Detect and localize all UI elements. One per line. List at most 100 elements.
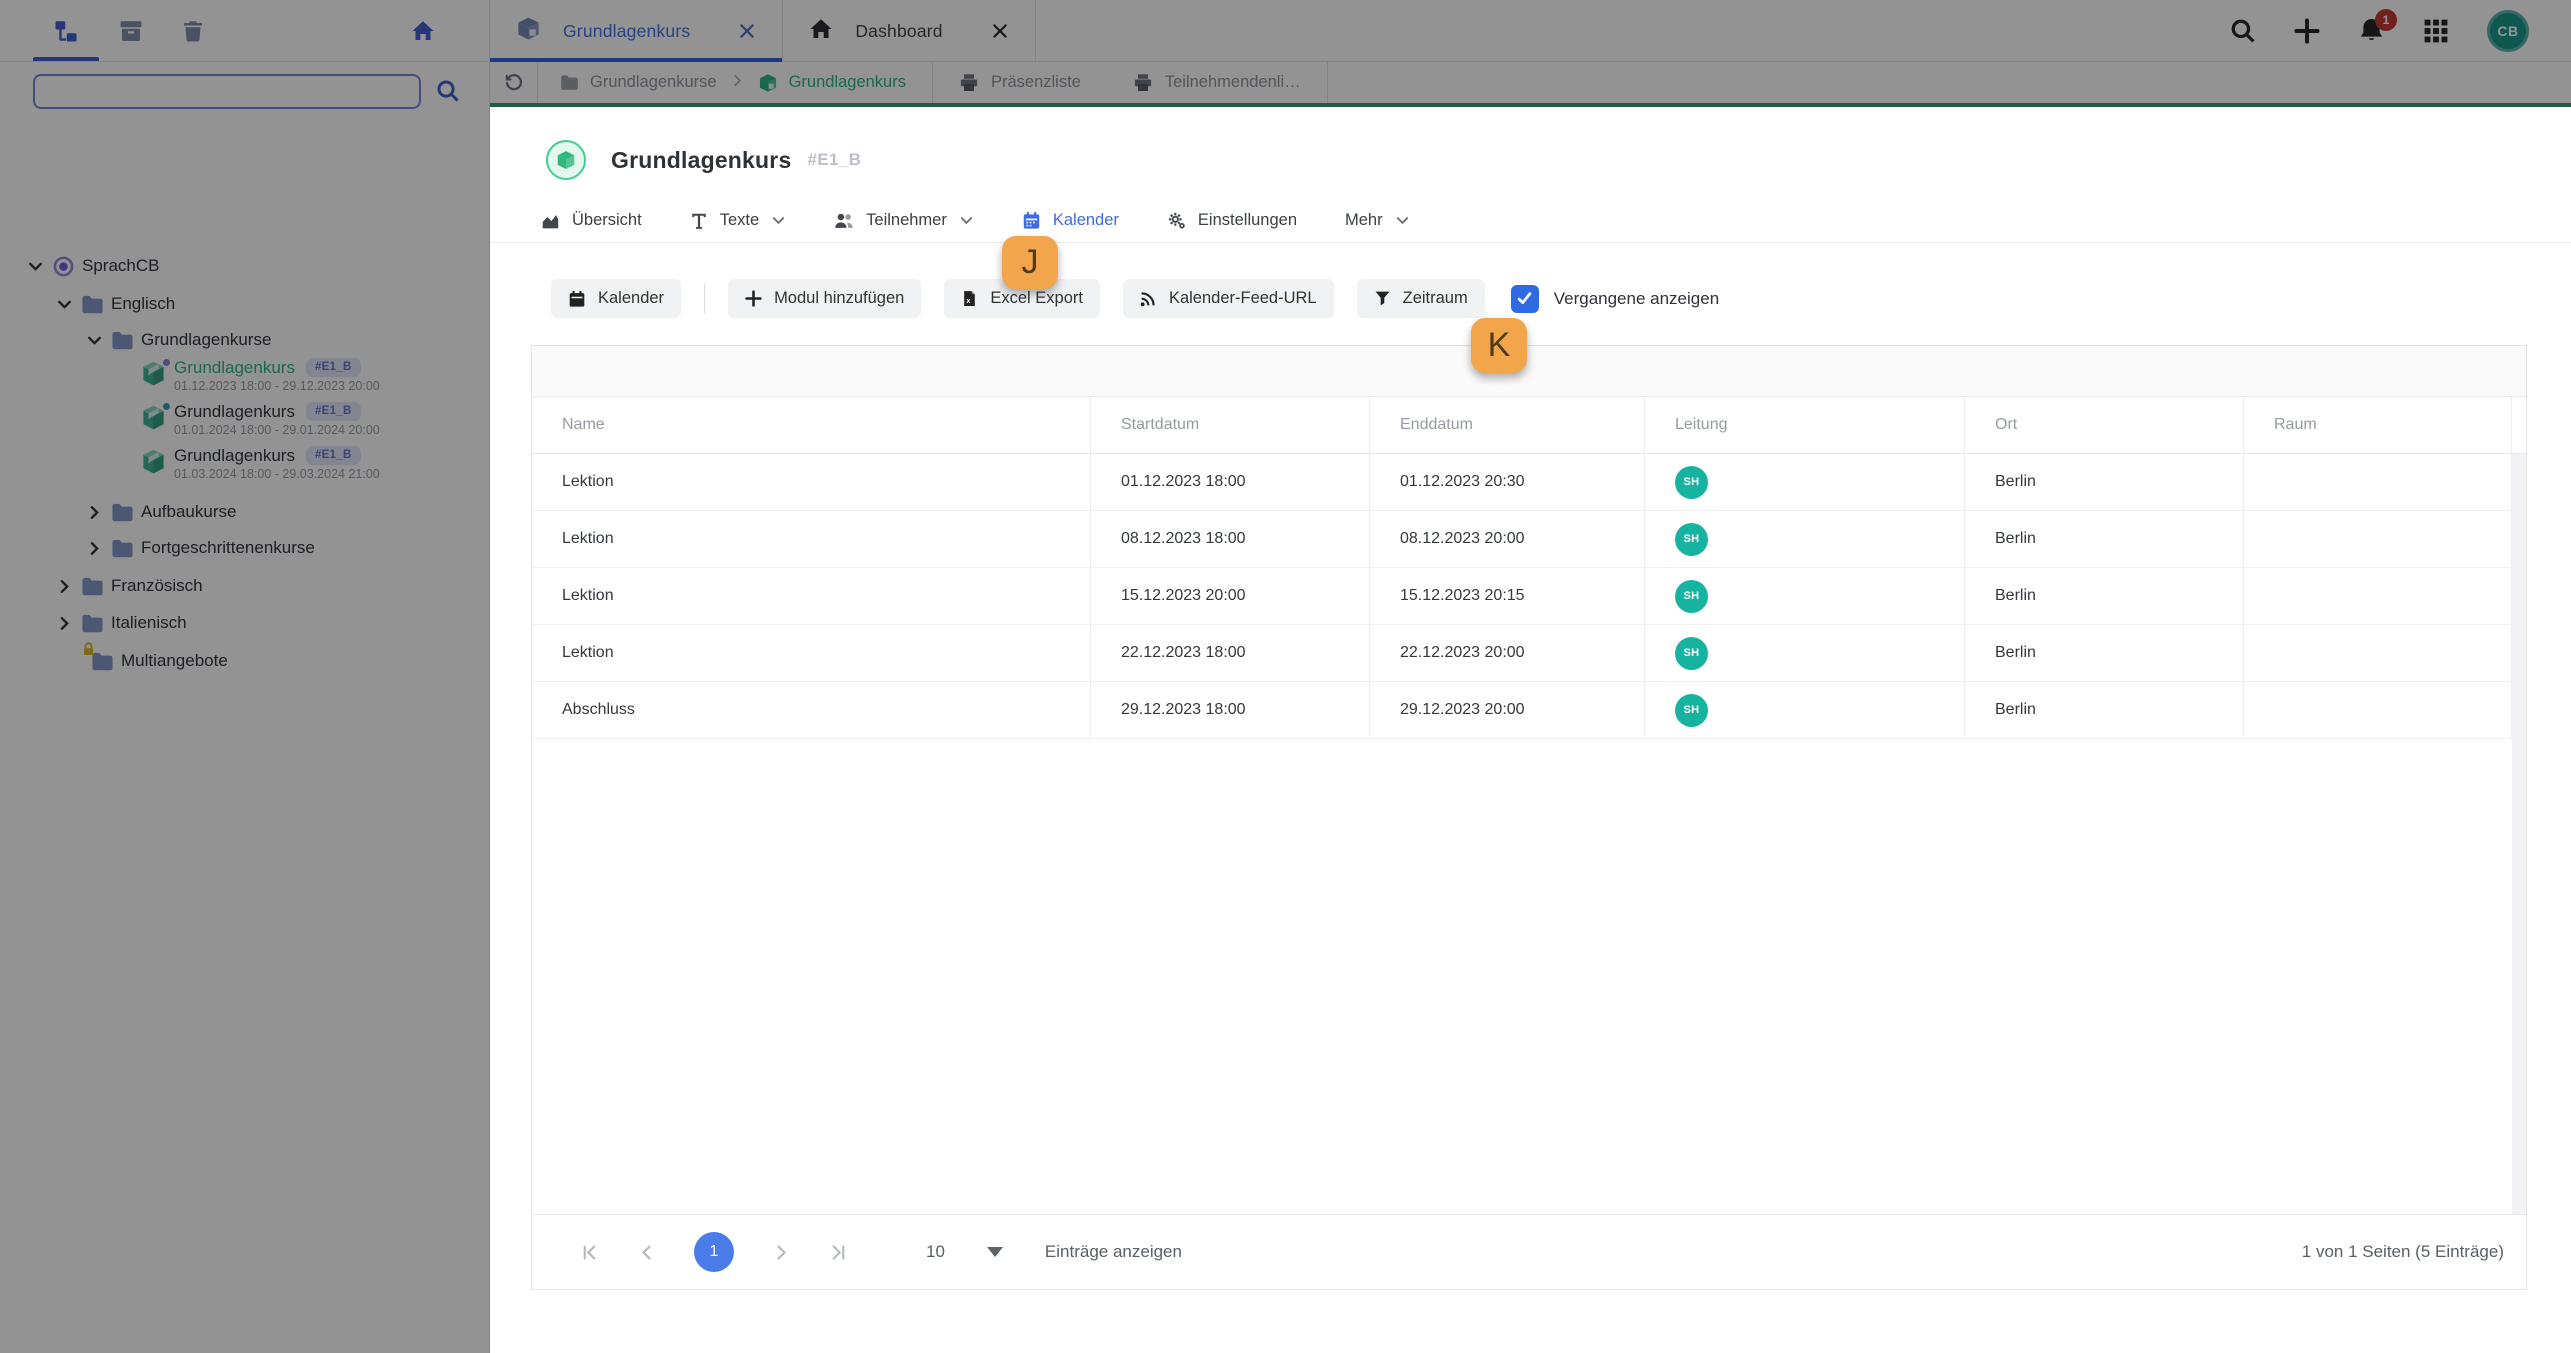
column-header-raum[interactable]: Raum [2243,397,2511,453]
tree-node-fortgeschrittenenkurse[interactable]: Fortgeschrittenenkurse [0,530,490,566]
sidebar: SprachCB Englisch Grundlagenkurse Grundl… [0,0,490,1353]
table-row[interactable]: Lektion 15.12.2023 20:00 15.12.2023 20:1… [532,568,2526,625]
user-avatar[interactable]: CB [2487,9,2529,52]
chevron-right-icon[interactable] [83,504,105,521]
page-size-select[interactable]: 10 [926,1242,1003,1262]
tab-einstellungen[interactable]: Einstellungen [1167,211,1297,230]
show-past-checkbox-row[interactable]: Vergangene anzeigen [1510,284,1719,313]
sidebar-home-icon[interactable] [410,18,436,44]
people-icon [834,211,854,231]
apps-grid-icon[interactable] [2423,18,2449,44]
cell-end: 15.12.2023 20:15 [1369,568,1644,624]
tree-course-item-2[interactable]: Grundlagenkurs #E1_B 01.01.2024 18:00 - … [0,401,490,445]
annotation-badge-k[interactable]: K [1471,318,1527,373]
tab-dashboard[interactable]: Dashboard [783,0,1036,62]
table-row[interactable]: Lektion 01.12.2023 18:00 01.12.2023 20:3… [532,454,2526,511]
tab-texte[interactable]: Texte [690,211,786,230]
cell-start: 08.12.2023 18:00 [1090,511,1369,567]
tree-node-label: Italienisch [111,613,187,632]
last-page-icon[interactable] [829,1243,848,1262]
entries-label: Einträge anzeigen [1044,1242,1182,1261]
cell-leitung: SH [1644,568,1964,624]
tab-label: Teilnehmer [866,211,947,229]
top-tab-bar: Grundlagenkurs Dashboard 1 CB [490,0,2571,63]
tree-course-item-3[interactable]: Grundlagenkurs #E1_B 01.03.2024 18:00 - … [0,445,490,489]
tree-course-item-1[interactable]: Grundlagenkurs #E1_B 01.12.2023 18:00 - … [0,357,490,401]
tab-uebersicht[interactable]: Übersicht [541,211,642,230]
archive-icon[interactable] [118,18,144,44]
search-icon[interactable] [436,79,460,108]
column-header-leitung[interactable]: Leitung [1644,397,1964,453]
kalender-view-button[interactable]: Kalender [551,279,682,318]
tab-teilnehmer[interactable]: Teilnehmer [834,211,974,231]
pagination-controls: 1 [532,1232,848,1272]
trash-icon[interactable] [180,18,206,44]
course-item-text: Grundlagenkurs #E1_B 01.12.2023 18:00 - … [174,357,380,395]
course-cube-icon [140,357,172,392]
topbar-actions: 1 CB [2230,0,2571,61]
notifications-bell-icon[interactable]: 1 [2358,9,2397,44]
status-dot-purple [161,357,172,368]
leader-avatar[interactable]: SH [1675,636,1708,670]
tree-node-aufbaukurse[interactable]: Aufbaukurse [0,494,490,530]
close-tab-icon[interactable] [991,22,1009,40]
annotation-badge-j[interactable]: J [1002,236,1058,289]
tree-node-englisch[interactable]: Englisch [0,286,490,322]
leader-avatar[interactable]: SH [1675,465,1708,499]
tree-node-multiangebote[interactable]: Multiangebote [0,641,490,679]
previous-page-icon[interactable] [637,1243,656,1262]
tree-node-grundlagenkurse[interactable]: Grundlagenkurse [0,322,490,358]
add-module-button[interactable]: Modul hinzufügen [728,279,922,318]
next-page-icon[interactable] [772,1243,791,1262]
rss-icon [1140,290,1157,307]
column-header-startdatum[interactable]: Startdatum [1090,397,1369,453]
course-cube-icon [140,448,170,480]
home-icon [809,17,833,46]
column-header-enddatum[interactable]: Enddatum [1369,397,1644,453]
tree-node-italienisch[interactable]: Italienisch [0,605,490,641]
table-row[interactable]: Lektion 22.12.2023 18:00 22.12.2023 20:0… [532,625,2526,682]
breadcrumb-current[interactable]: Grundlagenkurs [758,73,906,93]
tab-label: Texte [719,211,760,229]
tree-search-input[interactable] [33,74,421,109]
breadcrumb-folder[interactable]: Grundlagenkurse [560,73,717,92]
history-icon[interactable] [490,73,537,93]
tree-node-sprachcb[interactable]: SprachCB [0,248,490,284]
calendar-feed-url-button[interactable]: Kalender-Feed-URL [1122,279,1334,318]
leader-avatar[interactable]: SH [1675,522,1708,556]
tab-kalender[interactable]: Kalender [1022,211,1119,230]
zeitraum-filter-button[interactable]: Zeitraum [1356,279,1485,318]
cell-ort: Berlin [1964,568,2243,624]
chevron-right-icon[interactable] [53,578,75,595]
cell-start: 01.12.2023 18:00 [1090,454,1369,510]
chevron-down-icon[interactable] [53,296,75,313]
tab-mehr[interactable]: Mehr [1345,211,1410,230]
cell-raum [2243,568,2511,624]
chevron-down-icon[interactable] [24,258,46,275]
print-tab-praesenzliste[interactable]: Präsenzliste [933,62,1107,103]
tree-node-franzoesisch[interactable]: Französisch [0,568,490,604]
checkbox-checked-icon[interactable] [1510,284,1539,313]
current-page-button[interactable]: 1 [694,1232,734,1272]
close-tab-icon[interactable] [738,22,756,40]
leader-avatar[interactable]: SH [1675,693,1708,727]
column-header-name[interactable]: Name [532,397,1090,453]
add-icon[interactable] [2294,17,2320,44]
table-row[interactable]: Abschluss 29.12.2023 18:00 29.12.2023 20… [532,682,2526,739]
tree-view-icon[interactable] [53,18,79,44]
course-item-text: Grundlagenkurs #E1_B 01.03.2024 18:00 - … [174,445,380,483]
sidebar-search [0,62,489,120]
chevron-right-icon[interactable] [83,540,105,557]
global-search-icon[interactable] [2230,18,2256,44]
table-row[interactable]: Lektion 08.12.2023 18:00 08.12.2023 20:0… [532,511,2526,568]
course-dates: 01.12.2023 18:00 - 29.12.2023 20:00 [174,379,380,394]
leader-avatar[interactable]: SH [1675,579,1708,613]
print-tab-teilnehmendenliste[interactable]: Teilnehmendenli… [1107,62,1327,103]
page-size-value: 10 [926,1242,945,1261]
scrollbar-track[interactable] [2512,454,2526,1214]
chevron-down-icon[interactable] [83,332,105,349]
tab-grundlagenkurs[interactable]: Grundlagenkurs [490,0,784,63]
chevron-right-icon[interactable] [53,615,75,632]
column-header-ort[interactable]: Ort [1964,397,2243,453]
first-page-icon[interactable] [580,1243,599,1262]
